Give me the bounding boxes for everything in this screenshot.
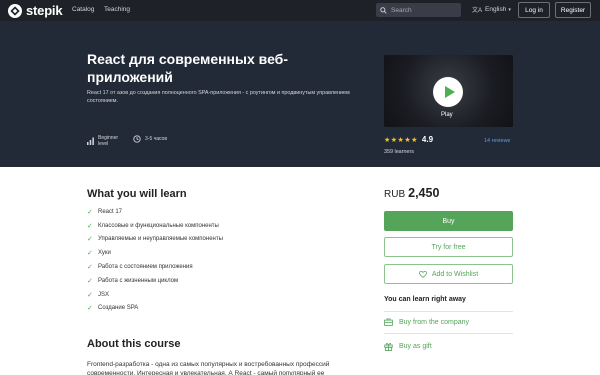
price-currency: RUB	[384, 189, 406, 200]
play-icon	[444, 86, 455, 98]
learn-item-text: Классовые и функциональные компоненты	[98, 222, 219, 229]
search-icon	[380, 6, 387, 14]
wishlist-label: Add to Wishlist	[431, 270, 479, 278]
duration-text: 3-5 часов	[145, 136, 167, 142]
stepik-logo-icon	[8, 3, 22, 18]
about-heading: About this course	[87, 338, 181, 350]
search-box[interactable]	[376, 3, 461, 17]
reviews-link[interactable]: 14 reviews	[484, 138, 510, 144]
learn-item-text: React 17	[98, 208, 123, 215]
learn-item: ✓ Работа с состоянием приложения	[87, 260, 223, 274]
learners-count: 359 learners	[384, 149, 414, 155]
gift-label: Buy as gift	[399, 343, 432, 350]
price-amount: 2,450	[408, 186, 440, 200]
check-icon: ✓	[87, 236, 93, 244]
learn-item-text: Работа с жизненным циклом	[98, 277, 179, 284]
learn-item-text: Создание SPA	[98, 305, 139, 312]
course-duration: 3-5 часов	[133, 135, 167, 143]
check-icon: ✓	[87, 277, 93, 285]
play-label: Play	[441, 112, 453, 118]
learn-item-text: Хуки	[98, 250, 111, 257]
building-icon	[384, 318, 393, 326]
play-button[interactable]	[433, 77, 463, 107]
top-navbar: stepik Catalog Teaching 文A English ▾ Log…	[0, 0, 600, 21]
course-title: React для современных веб-приложений	[87, 51, 288, 85]
buy-as-gift-link[interactable]: Buy as gift	[384, 342, 432, 351]
course-rating: ★★★★★ 4.9	[384, 135, 433, 144]
buy-from-company-link[interactable]: Buy from the company	[384, 318, 469, 326]
promo-video[interactable]: Play	[384, 55, 513, 127]
learn-item: ✓ Управляемые и неуправляемые компоненты	[87, 233, 223, 247]
nav-teaching[interactable]: Teaching	[104, 6, 130, 13]
add-to-wishlist-button[interactable]: Add to Wishlist	[384, 264, 513, 284]
login-button[interactable]: Log in	[518, 2, 550, 18]
learn-item: ✓ Создание SPA	[87, 302, 223, 316]
register-button[interactable]: Register	[555, 2, 591, 18]
course-description: React 17 от азов до создания полноценног…	[87, 90, 350, 104]
rating-value: 4.9	[421, 135, 434, 144]
course-price: RUB 2,450	[384, 186, 439, 200]
bar-chart-icon	[87, 137, 94, 145]
check-icon: ✓	[87, 222, 93, 230]
course-level: Beginner level	[87, 135, 118, 147]
logo-text: stepik	[26, 3, 63, 18]
check-icon: ✓	[87, 250, 93, 258]
clock-icon	[133, 135, 141, 143]
learn-item: ✓ Классовые и функциональные компоненты	[87, 219, 223, 233]
search-input[interactable]	[391, 6, 461, 14]
check-icon: ✓	[87, 264, 93, 272]
check-icon: ✓	[87, 291, 93, 299]
learn-item: ✓ JSX	[87, 288, 223, 302]
buy-button[interactable]: Buy	[384, 211, 513, 231]
chevron-down-icon: ▾	[508, 6, 511, 13]
learn-right-away-text: You can learn right away	[384, 296, 466, 303]
stepik-logo[interactable]: stepik	[8, 3, 63, 18]
learn-item-text: Работа с состоянием приложения	[98, 264, 193, 271]
nav-catalog[interactable]: Catalog	[72, 6, 94, 13]
try-free-button[interactable]: Try for free	[384, 237, 513, 257]
course-hero: React для современных веб-приложений Rea…	[0, 21, 600, 167]
heart-icon	[419, 270, 427, 278]
learn-item-text: Управляемые и неуправляемые компоненты	[98, 236, 223, 243]
level-line-2: level	[98, 141, 109, 147]
learn-list: ✓ React 17 ✓ Классовые и функциональные ко…	[87, 205, 223, 315]
about-text: Frontend-разработка - одна из самых попу…	[87, 361, 330, 375]
translate-icon: 文A	[472, 8, 483, 14]
learn-item: ✓ Работа с жизненным циклом	[87, 274, 223, 288]
rating-stars-icon: ★★★★★	[384, 136, 418, 144]
language-label: English	[485, 6, 507, 13]
learn-item: ✓ React 17	[87, 205, 223, 219]
learn-item-text: JSX	[98, 291, 110, 298]
divider	[384, 311, 513, 312]
learn-item: ✓ Хуки	[87, 246, 223, 260]
learn-heading: What you will learn	[87, 188, 187, 200]
divider	[384, 333, 513, 334]
gift-icon	[384, 343, 393, 351]
language-selector[interactable]: 文A English ▾	[472, 5, 511, 14]
check-icon: ✓	[87, 305, 93, 313]
check-icon: ✓	[87, 208, 93, 216]
company-label: Buy from the company	[399, 318, 470, 326]
